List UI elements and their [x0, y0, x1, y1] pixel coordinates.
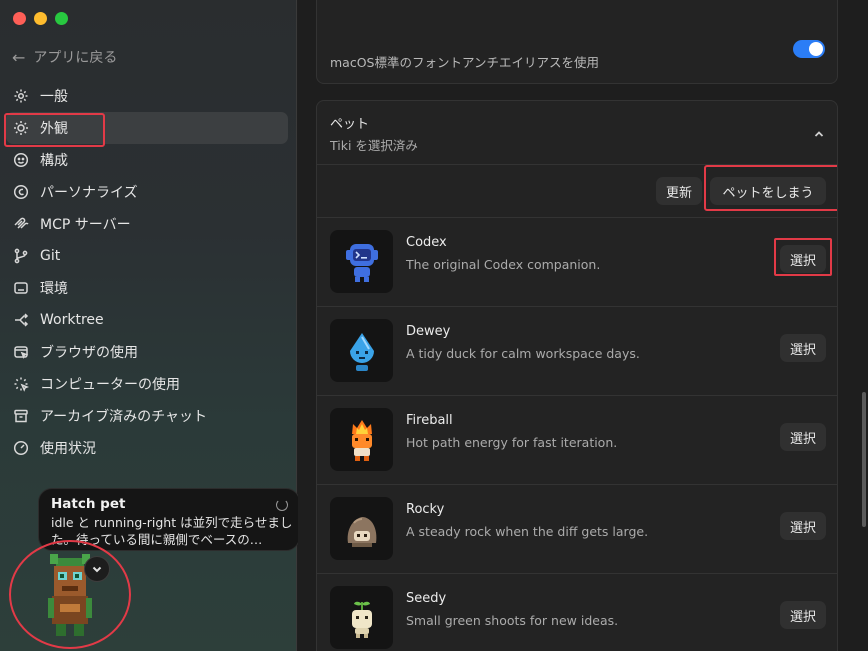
archive-icon	[12, 407, 30, 425]
sidebar-item-mcp[interactable]: MCP サーバー	[6, 208, 288, 240]
rocky-pet-thumbnail	[330, 497, 393, 560]
sidebar-item-browser-use[interactable]: ブラウザの使用	[6, 336, 288, 368]
sidebar-item-environment[interactable]: 環境	[6, 272, 288, 304]
font-smoothing-desc: macOS標準のフォントアンチエイリアスを使用	[330, 55, 599, 70]
select-rocky-button[interactable]: 選択	[780, 512, 826, 540]
pet-row-seedy: Seedy Small green shoots for new ideas. …	[317, 574, 837, 651]
select-seedy-button[interactable]: 選択	[780, 601, 826, 629]
sidebar-item-label: Git	[40, 248, 61, 264]
pet-row-dewey: Dewey A tidy duck for calm workspace day…	[317, 307, 837, 396]
scrollbar[interactable]	[862, 392, 866, 527]
sidebar-item-label: アーカイブ済みのチャット	[40, 409, 208, 425]
pet-name: Fireball	[406, 413, 453, 428]
sun-icon	[12, 119, 30, 137]
fireball-pet-thumbnail	[330, 408, 393, 471]
sidebar-item-worktree[interactable]: Worktree	[6, 304, 288, 336]
pet-name: Seedy	[406, 591, 447, 606]
settings-nav: 一般 外観 構成 パーソナライズ MCP サーバー Git 環境 Worktre…	[6, 80, 288, 464]
personalize-icon	[12, 183, 30, 201]
codex-pet-thumbnail	[330, 230, 393, 293]
pet-description: A steady rock when the diff gets large.	[406, 524, 649, 539]
browser-icon	[12, 343, 30, 361]
back-to-app-link[interactable]: ← アプリに戻る	[12, 47, 117, 67]
pet-section-subtitle: Tiki を選択済み	[330, 138, 418, 153]
hatch-pet-title: Hatch pet	[51, 496, 126, 512]
sidebar-item-usage[interactable]: 使用状況	[6, 432, 288, 464]
zoom-window-button[interactable]	[55, 12, 68, 25]
git-branch-icon	[12, 247, 30, 265]
sidebar-item-label: コンピューターの使用	[40, 377, 180, 393]
pet-row-rocky: Rocky A steady rock when the diff gets l…	[317, 485, 837, 574]
refresh-button[interactable]: 更新	[656, 177, 702, 205]
sidebar-item-label: パーソナライズ	[40, 185, 138, 201]
pet-settings-card: ペット Tiki を選択済み 更新 ペットをしまう Codex The orig…	[316, 100, 838, 651]
select-fireball-button[interactable]: 選択	[780, 423, 826, 451]
sidebar-item-label: 外観	[40, 121, 68, 137]
chevron-down-icon	[92, 566, 102, 573]
face-icon	[12, 151, 30, 169]
sidebar-item-label: ブラウザの使用	[40, 345, 138, 361]
sidebar-item-label: 使用状況	[40, 441, 96, 457]
minimize-window-button[interactable]	[34, 12, 47, 25]
sidebar: ← アプリに戻る 一般 外観 構成 パーソナライズ MCP サーバー Git 環…	[0, 0, 300, 651]
pet-description: Hot path energy for fast iteration.	[406, 435, 618, 450]
seedy-pet-thumbnail	[330, 586, 393, 649]
chevron-up-icon	[814, 131, 824, 137]
font-smoothing-card: macOS標準のフォントアンチエイリアスを使用	[316, 0, 838, 84]
pet-section-header[interactable]: ペット Tiki を選択済み	[317, 101, 837, 165]
sidebar-item-label: 環境	[40, 281, 68, 297]
sidebar-item-label: Worktree	[40, 312, 104, 328]
pet-row-fireball: Fireball Hot path energy for fast iterat…	[317, 396, 837, 485]
sidebar-item-appearance[interactable]: 外観	[6, 112, 288, 144]
sidebar-item-label: MCP サーバー	[40, 217, 131, 233]
worktree-icon	[12, 311, 30, 329]
sidebar-item-archived-chats[interactable]: アーカイブ済みのチャット	[6, 400, 288, 432]
dewey-pet-thumbnail	[330, 319, 393, 382]
font-smoothing-toggle[interactable]	[793, 40, 825, 58]
pet-name: Codex	[406, 235, 447, 250]
arrow-left-icon: ←	[12, 47, 26, 67]
collapse-button[interactable]	[813, 125, 827, 139]
usage-gauge-icon	[12, 439, 30, 457]
sidebar-item-label: 構成	[40, 153, 68, 169]
pet-name: Rocky	[406, 502, 445, 517]
pet-menu-button[interactable]	[84, 556, 110, 582]
computer-use-icon	[12, 375, 30, 393]
pet-actions-row: 更新 ペットをしまう	[317, 165, 837, 218]
window-controls	[13, 12, 68, 25]
pet-section-title: ペット	[330, 117, 370, 132]
pet-description: A tidy duck for calm workspace days.	[406, 346, 640, 361]
hide-pet-button[interactable]: ペットをしまう	[710, 177, 826, 205]
pet-description: The original Codex companion.	[406, 257, 601, 272]
sidebar-item-git[interactable]: Git	[6, 240, 288, 272]
loading-spinner-icon	[276, 499, 288, 511]
sidebar-item-config[interactable]: 構成	[6, 144, 288, 176]
back-label: アプリに戻る	[33, 50, 118, 66]
mcp-icon	[12, 215, 30, 233]
sidebar-item-personalize[interactable]: パーソナライズ	[6, 176, 288, 208]
environment-icon	[12, 279, 30, 297]
sidebar-item-label: 一般	[40, 89, 68, 105]
close-window-button[interactable]	[13, 12, 26, 25]
settings-content: macOS標準のフォントアンチエイリアスを使用 ペット Tiki を選択済み 更…	[298, 0, 868, 651]
pet-name: Dewey	[406, 324, 451, 339]
sidebar-item-general[interactable]: 一般	[6, 80, 288, 112]
select-dewey-button[interactable]: 選択	[780, 334, 826, 362]
pet-row-codex: Codex The original Codex companion. 選択	[317, 218, 837, 307]
gear-icon	[12, 87, 30, 105]
sidebar-item-computer-use[interactable]: コンピューターの使用	[6, 368, 288, 400]
pet-description: Small green shoots for new ideas.	[406, 613, 619, 628]
select-codex-button[interactable]: 選択	[780, 245, 826, 273]
